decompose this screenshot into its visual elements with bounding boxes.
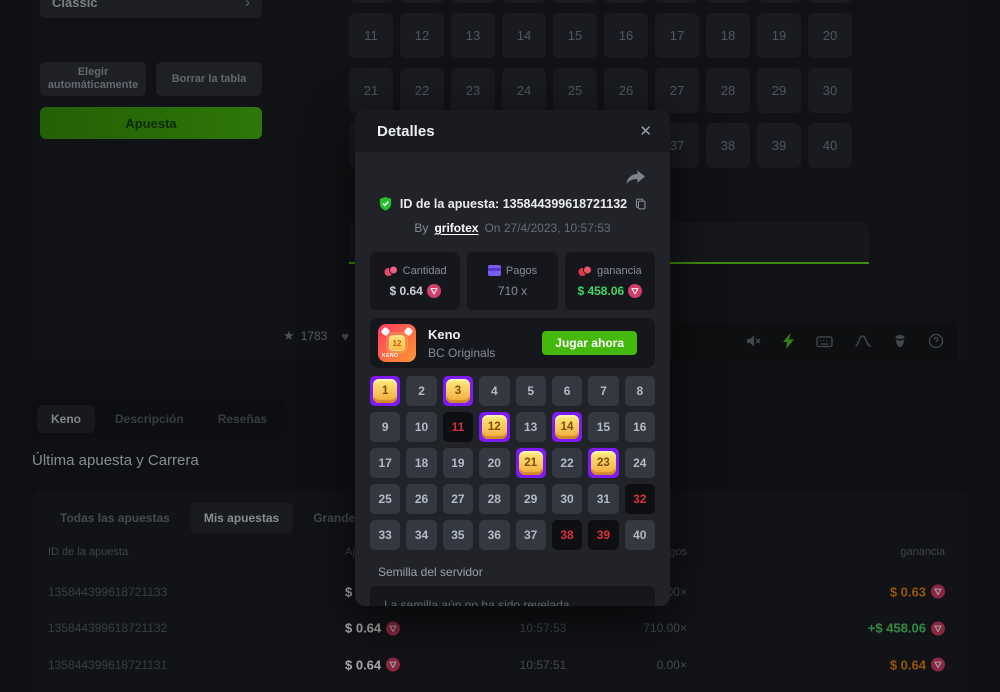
stat-box-ganancia: ganancia $ 458.06 xyxy=(565,252,655,310)
result-cell-9: 9 xyxy=(370,412,400,442)
result-cell-14: 14 xyxy=(552,412,582,442)
stat-value: $ 458.06 xyxy=(577,284,642,298)
stat-label: Pagos xyxy=(488,265,537,277)
bet-id-text: ID de la apuesta: 135844399618721132 xyxy=(400,197,627,211)
stat-label-text: Cantidad xyxy=(403,265,447,277)
hit-gem: 1 xyxy=(373,379,397,403)
result-cell-12: 12 xyxy=(479,412,509,442)
server-seed-field[interactable]: La semilla aún no ha sido revelada xyxy=(370,586,655,606)
result-cell-28: 28 xyxy=(479,484,509,514)
result-cell-40: 40 xyxy=(625,520,655,550)
result-cell-13: 13 xyxy=(516,412,546,442)
modal-title: Detalles xyxy=(377,123,435,140)
result-cell-21: 21 xyxy=(516,448,546,478)
by-label: By xyxy=(414,221,428,235)
result-cell-1: 1 xyxy=(370,376,400,406)
game-provider: BC Originals xyxy=(428,346,495,360)
result-cell-8: 8 xyxy=(625,376,655,406)
result-cell-27: 27 xyxy=(443,484,473,514)
result-cell-30: 30 xyxy=(552,484,582,514)
stat-value-text: 710 x xyxy=(498,284,527,298)
bet-datetime: On 27/4/2023, 10:57:53 xyxy=(484,221,610,235)
stat-label-text: Pagos xyxy=(506,265,537,277)
bet-details-modal: Detalles ✕ ID de la apuesta: 13584439961… xyxy=(355,110,670,606)
result-cell-31: 31 xyxy=(588,484,618,514)
profit-coins-icon xyxy=(578,265,592,277)
server-seed-label: Semilla del servidor xyxy=(378,565,483,579)
keno-brand-label: KENO xyxy=(382,353,398,359)
close-icon[interactable]: ✕ xyxy=(639,122,652,140)
stat-box-cantidad: Cantidad $ 0.64 xyxy=(370,252,460,310)
game-card: 12 KENO Keno BC Originals Jugar ahora xyxy=(370,318,655,368)
stat-label-text: ganancia xyxy=(597,265,642,277)
username-link[interactable]: grifotex xyxy=(434,221,478,235)
dice-icon xyxy=(381,327,391,337)
result-cell-17: 17 xyxy=(370,448,400,478)
result-cell-23: 23 xyxy=(588,448,618,478)
result-cell-11: 11 xyxy=(443,412,473,442)
verified-shield-icon xyxy=(378,196,393,211)
hit-gem: 12 xyxy=(482,415,506,439)
result-cell-34: 34 xyxy=(406,520,436,550)
share-icon[interactable] xyxy=(625,168,646,191)
result-cell-5: 5 xyxy=(516,376,546,406)
hit-gem: 21 xyxy=(519,451,543,475)
game-name: Keno xyxy=(428,327,495,342)
result-cell-35: 35 xyxy=(443,520,473,550)
bet-id-row: ID de la apuesta: 135844399618721132 xyxy=(355,196,670,211)
result-cell-22: 22 xyxy=(552,448,582,478)
stat-label: ganancia xyxy=(578,265,642,277)
result-cell-2: 2 xyxy=(406,376,436,406)
bet-author-row: By grifotex On 27/4/2023, 10:57:53 xyxy=(355,221,670,235)
result-cell-29: 29 xyxy=(516,484,546,514)
result-cell-38: 38 xyxy=(552,520,582,550)
keno-page: Classic › Elegir automáticamente Borrar … xyxy=(0,0,1000,692)
result-cell-4: 4 xyxy=(479,376,509,406)
amount-coins-icon xyxy=(384,265,398,277)
modal-header: Detalles ✕ xyxy=(355,110,670,152)
stat-value: 710 x xyxy=(498,284,527,298)
result-cell-19: 19 xyxy=(443,448,473,478)
play-now-button[interactable]: Jugar ahora xyxy=(542,331,637,355)
coin-icon xyxy=(427,284,441,298)
result-cell-36: 36 xyxy=(479,520,509,550)
game-card-titles: Keno BC Originals xyxy=(428,327,495,360)
bet-stats-row: Cantidad $ 0.64 Pagos 710 x ganancia $ 458.06 xyxy=(370,252,655,310)
result-cell-10: 10 xyxy=(406,412,436,442)
hit-gem: 14 xyxy=(555,415,579,439)
copy-icon[interactable] xyxy=(634,197,647,211)
result-cell-15: 15 xyxy=(588,412,618,442)
result-cell-7: 7 xyxy=(588,376,618,406)
result-cell-39: 39 xyxy=(588,520,618,550)
result-cell-16: 16 xyxy=(625,412,655,442)
result-cell-24: 24 xyxy=(625,448,655,478)
result-cell-25: 25 xyxy=(370,484,400,514)
stat-label: Cantidad xyxy=(384,265,447,277)
result-cell-26: 26 xyxy=(406,484,436,514)
bet-id-value: 135844399618721132 xyxy=(503,197,627,211)
result-cell-20: 20 xyxy=(479,448,509,478)
dice-icon xyxy=(404,327,414,337)
stat-box-pagos: Pagos 710 x xyxy=(467,252,557,310)
stat-value: $ 0.64 xyxy=(389,284,440,298)
stat-value-text: $ 458.06 xyxy=(577,284,624,298)
coin-icon xyxy=(628,284,642,298)
payout-wallet-icon xyxy=(488,265,501,276)
keno-tile-number: 12 xyxy=(389,335,405,351)
stat-value-text: $ 0.64 xyxy=(389,284,422,298)
result-cell-33: 33 xyxy=(370,520,400,550)
keno-game-icon: 12 KENO xyxy=(378,324,416,362)
hit-gem: 23 xyxy=(591,451,615,475)
result-cell-32: 32 xyxy=(625,484,655,514)
hit-gem: 3 xyxy=(446,379,470,403)
result-cell-3: 3 xyxy=(443,376,473,406)
result-number-grid: 1234567891011121314151617181920212223242… xyxy=(370,376,655,550)
result-cell-18: 18 xyxy=(406,448,436,478)
result-cell-37: 37 xyxy=(516,520,546,550)
result-cell-6: 6 xyxy=(552,376,582,406)
